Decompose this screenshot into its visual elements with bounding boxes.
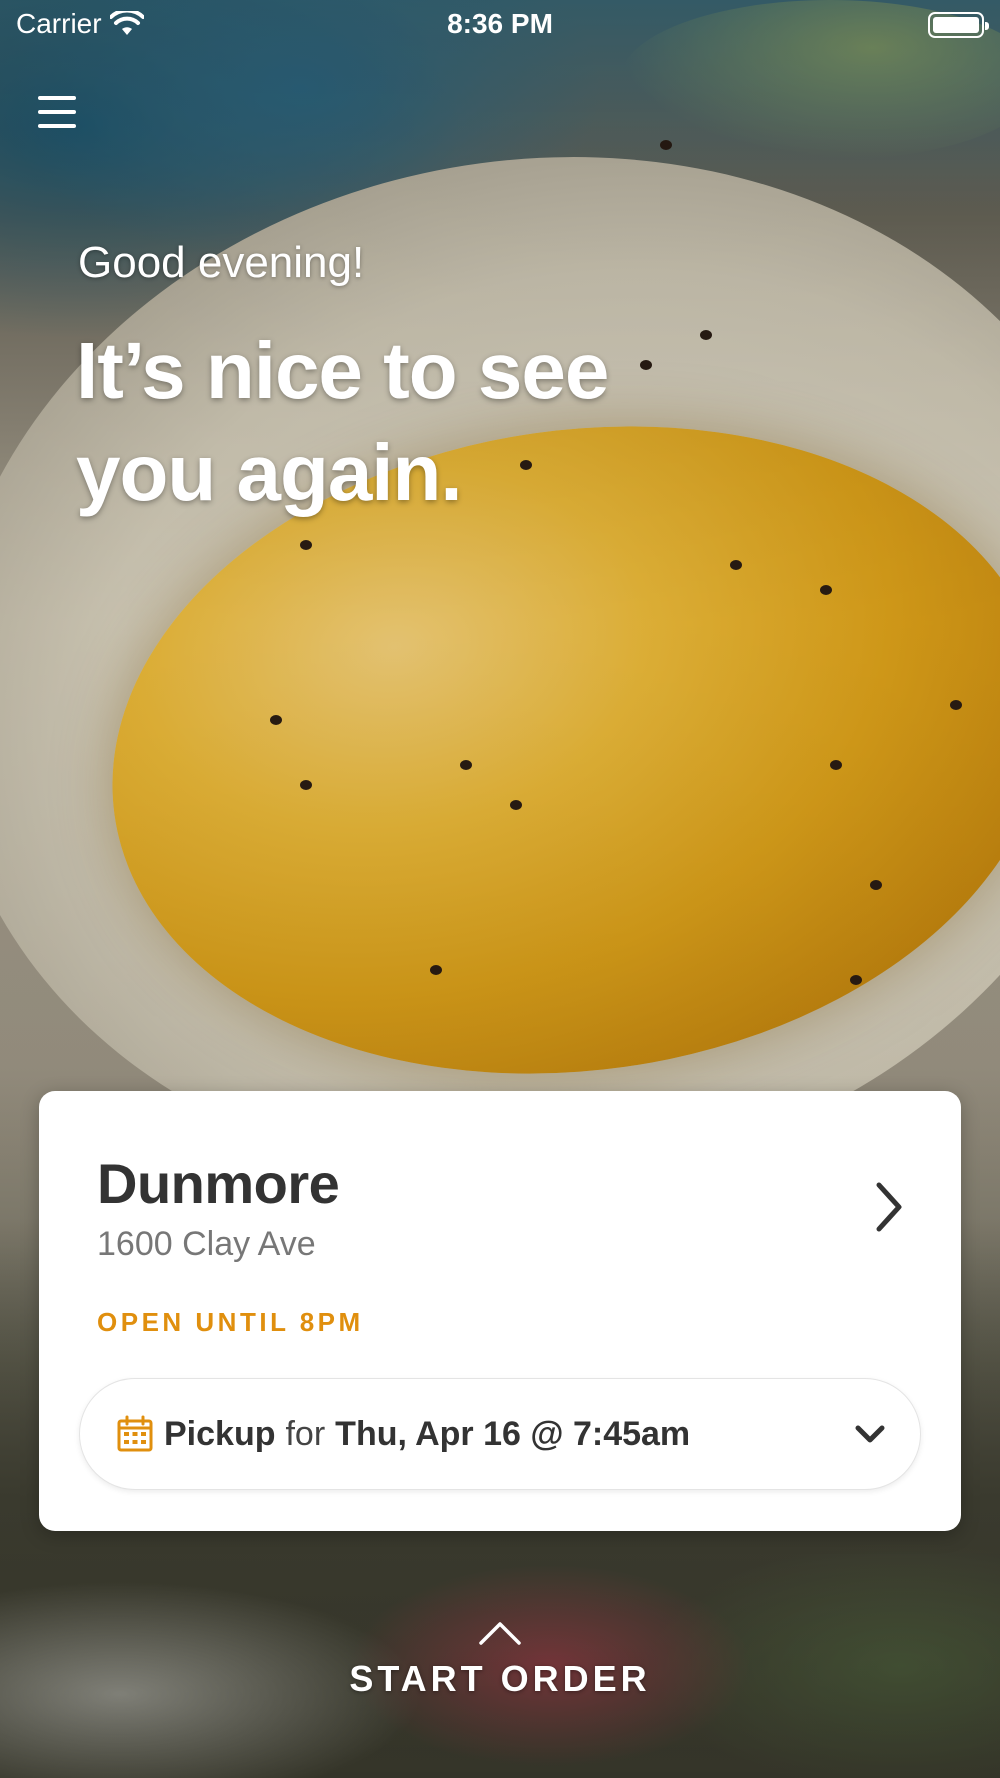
welcome-headline: It’s nice to see you again.: [76, 320, 776, 524]
menu-icon-bar: [38, 124, 76, 128]
caret-up-icon: [479, 1622, 521, 1645]
order-time-value: Thu, Apr 16 @ 7:45am: [335, 1414, 691, 1453]
menu-icon-bar: [38, 96, 76, 100]
order-time-text: Pickup for Thu, Apr 16 @ 7:45am: [164, 1415, 690, 1454]
welcome-headline-line1: It’s nice to see: [76, 326, 609, 415]
chevron-right-icon[interactable]: [869, 1179, 909, 1235]
store-address: 1600 Clay Ave: [97, 1225, 316, 1263]
order-mode: Pickup: [164, 1414, 276, 1453]
order-time-selector[interactable]: Pickup for Thu, Apr 16 @ 7:45am: [79, 1378, 921, 1490]
battery-icon: [928, 12, 989, 38]
calendar-icon: [117, 1415, 153, 1452]
start-order-button[interactable]: START ORDER: [0, 1620, 1000, 1700]
location-card: Dunmore 1600 Clay Ave OPEN UNTIL 8PM Pic…: [39, 1091, 961, 1531]
status-bar: Carrier 8:36 PM: [0, 0, 1000, 50]
store-name[interactable]: Dunmore: [97, 1151, 340, 1216]
welcome-headline-line2: you again.: [76, 428, 463, 517]
chevron-down-icon[interactable]: [854, 1423, 886, 1445]
greeting-text: Good evening!: [78, 238, 365, 287]
store-hours-status: OPEN UNTIL 8PM: [97, 1307, 364, 1337]
menu-button[interactable]: [36, 92, 80, 132]
status-time: 8:36 PM: [447, 8, 553, 39]
order-connector: for: [285, 1414, 326, 1453]
battery-level: [933, 17, 979, 33]
start-order-label: START ORDER: [349, 1658, 651, 1699]
menu-icon-bar: [38, 110, 76, 114]
